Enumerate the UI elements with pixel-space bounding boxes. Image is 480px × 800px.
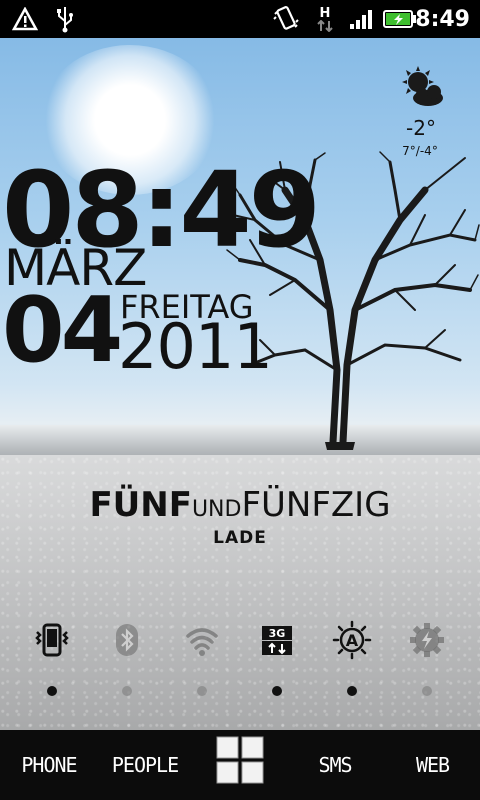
clock-year: 2011 <box>118 310 273 383</box>
vibrate-icon <box>270 0 302 38</box>
app-drawer-icon[interactable] <box>215 735 265 785</box>
bluetooth-indicator <box>122 686 132 696</box>
dock-sms-button[interactable]: SMS <box>300 730 370 800</box>
dock-phone-button[interactable]: PHONE <box>8 730 90 800</box>
dock-web-button[interactable]: WEB <box>395 730 470 800</box>
sync-gear-icon <box>410 623 444 657</box>
weather-range: 7°/-4° <box>402 144 438 158</box>
bluetooth-toggle[interactable] <box>105 618 149 662</box>
status-bar-clock: 8:49 <box>415 6 470 32</box>
battery-connector: UND <box>191 497 242 522</box>
svg-text:A: A <box>346 631 359 650</box>
auto-brightness-icon: A <box>332 620 372 660</box>
battery-level-text: FÜNFUNDFÜNFZIG <box>0 485 480 525</box>
partly-cloudy-icon[interactable] <box>398 64 448 110</box>
3g-indicator <box>272 686 282 696</box>
dock-people-button[interactable]: PEOPLE <box>100 730 190 800</box>
network-type-label: H <box>319 5 331 21</box>
3g-toggle[interactable]: 3G <box>255 618 299 662</box>
vibrate-phone-icon <box>35 623 69 657</box>
status-bar: H 8:49 <box>0 0 480 38</box>
weather-temperature: -2° <box>406 116 436 140</box>
battery-status: LADE <box>213 528 267 548</box>
bluetooth-icon <box>116 624 138 656</box>
usb-icon <box>52 0 78 38</box>
vibrate-toggle[interactable] <box>30 618 74 662</box>
wifi-toggle[interactable] <box>180 618 224 662</box>
alert-icon <box>10 0 40 38</box>
sync-toggle[interactable] <box>405 618 449 662</box>
signal-icon <box>348 0 376 38</box>
3g-data-icon: 3G <box>262 626 292 655</box>
clock-day: 04 <box>2 278 123 383</box>
battery-prefix: FÜNF <box>89 485 192 525</box>
vibrate-indicator <box>47 686 57 696</box>
wifi-indicator <box>197 686 207 696</box>
wifi-icon <box>186 628 218 656</box>
svg-text:3G: 3G <box>269 627 286 640</box>
network-h-icon: H <box>312 0 338 38</box>
battery-charging-icon <box>382 0 418 38</box>
auto-brightness-toggle[interactable]: A <box>330 618 374 662</box>
auto-brightness-indicator <box>347 686 357 696</box>
sync-indicator <box>422 686 432 696</box>
battery-suffix: FÜNFZIG <box>241 485 391 525</box>
